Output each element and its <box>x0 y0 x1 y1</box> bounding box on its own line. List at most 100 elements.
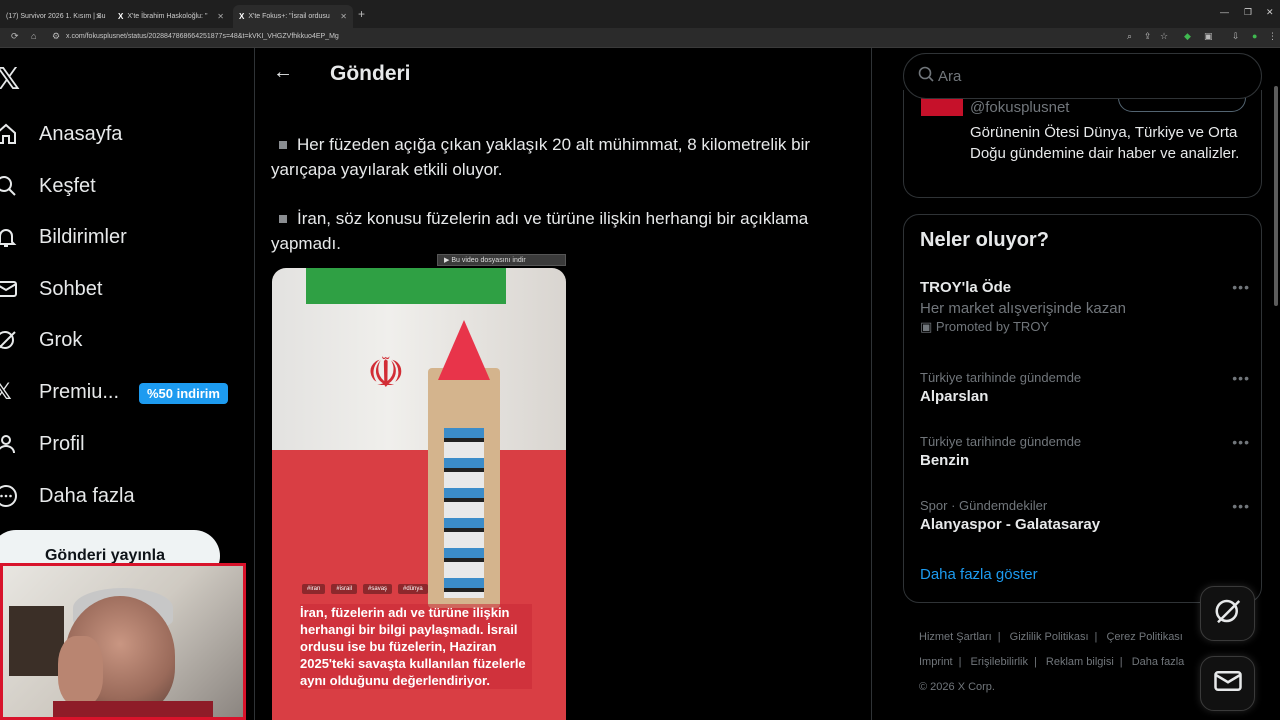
x-logo-icon[interactable]: 𝕏 <box>0 62 20 97</box>
extension-icon[interactable]: ◆ <box>1184 31 1191 42</box>
account-handle[interactable]: @fokusplusnet <box>970 99 1069 116</box>
trend-item[interactable]: Türkiye tarihinde gündemde Benzin ••• <box>920 434 1250 469</box>
paragraph-text: İran, söz konusu füzelerin adı ve türüne… <box>271 209 809 253</box>
separator: | <box>997 631 1001 643</box>
nav-item-grok[interactable]: Grok <box>0 320 82 360</box>
footer-link[interactable]: Hizmet Şartları <box>919 631 992 643</box>
more-options-icon[interactable]: ••• <box>1232 370 1250 386</box>
search-placeholder: Ara <box>938 68 962 85</box>
scrollbar-thumb[interactable] <box>1274 86 1278 306</box>
more-options-icon[interactable]: ••• <box>1232 498 1250 514</box>
trends-card: Neler oluyor? TROY'la Öde Her market alı… <box>903 214 1262 603</box>
home-icon <box>0 121 20 147</box>
nav-label: Bildirimler <box>39 225 127 248</box>
media-tags: #iran #israil #savaş #dünya <box>302 584 428 594</box>
x-favicon-icon: X <box>239 12 245 21</box>
trend-meta: Spor · Gündemdekiler <box>920 498 1048 513</box>
person-hand <box>58 636 103 706</box>
nav-item-explore[interactable]: Keşfet <box>0 166 96 206</box>
trend-subtitle: Her market alışverişinde kazan <box>920 300 1126 317</box>
page-title: Gönderi <box>330 62 411 85</box>
address-bar[interactable]: x.com/fokusplusnet/status/20288478686642… <box>66 33 339 40</box>
more-options-icon[interactable]: ••• <box>1232 279 1250 295</box>
bookmark-star-icon[interactable]: ☆ <box>1160 31 1168 42</box>
zoom-icon[interactable]: ⌕ <box>1127 31 1132 42</box>
nav-item-premium[interactable]: 𝕏 Premiu... <box>0 372 119 412</box>
footer-link[interactable]: Erişilebilirlik <box>971 656 1028 668</box>
browser-tab[interactable]: (17) Survivor 2026 1. Kısım | Su ✕ <box>0 5 108 28</box>
nav-item-more[interactable]: Daha fazla <box>0 476 135 516</box>
back-arrow-icon[interactable]: ← <box>273 61 293 84</box>
post-paragraph: Her füzeden açığa çıkan yaklaşık 20 alt … <box>271 132 861 182</box>
footer-link[interactable]: Daha fazla <box>1132 656 1185 668</box>
trend-promo: ▣ Promoted by TROY <box>920 319 1250 335</box>
nav-label: Keşfet <box>39 174 96 197</box>
premium-discount-badge[interactable]: %50 indirim <box>139 383 228 404</box>
new-tab-icon[interactable]: + <box>358 7 365 21</box>
minimize-icon[interactable]: — <box>1220 7 1229 17</box>
footer-link[interactable]: Gizlilik Politikası <box>1010 631 1089 643</box>
media-tag: #iran <box>302 584 326 594</box>
post-video[interactable]: ☫ #iran #israil #savaş #dünya İran, füze… <box>272 268 566 720</box>
trend-item[interactable]: Spor · Gündemdekiler Alanyaspor - Galata… <box>920 498 1250 533</box>
more-circle-icon <box>0 483 20 509</box>
trend-meta: Türkiye tarihinde gündemde <box>920 434 1082 449</box>
extensions-puzzle-icon[interactable]: ▣ <box>1204 31 1213 42</box>
iran-emblem-icon: ☫ <box>367 349 405 396</box>
search-input[interactable]: Ara <box>903 53 1262 99</box>
post-header: ← Gönderi <box>255 48 871 102</box>
site-info-icon[interactable]: ⚙ <box>52 31 60 42</box>
trends-title: Neler oluyor? <box>920 229 1049 251</box>
media-tag: #savaş <box>363 584 393 594</box>
separator: | <box>1034 656 1037 668</box>
video-download-bar[interactable]: ▶ Bu video dosyasını indir <box>437 254 566 266</box>
nav-label: Daha fazla <box>39 484 135 507</box>
maximize-icon[interactable]: ❐ <box>1244 7 1252 18</box>
separator: | <box>958 656 962 668</box>
nav-item-notifications[interactable]: Bildirimler <box>0 217 127 257</box>
browser-toolbar: ⟳ ⌂ ⚙ x.com/fokusplusnet/status/20288478… <box>0 28 1280 48</box>
post-paragraph: İran, söz konusu füzelerin adı ve türüne… <box>271 206 861 256</box>
search-icon <box>0 173 20 199</box>
browser-tab[interactable]: X X'te İbrahim Haskoloğlu: " ✕ <box>112 5 230 28</box>
browser-tab-active[interactable]: X X'te Fokus+: "İsrail ordusu ✕ <box>233 5 353 28</box>
tab-label: X'te İbrahim Haskoloğlu: " <box>127 13 208 20</box>
share-icon[interactable]: ⇪ <box>1144 31 1152 42</box>
trend-item[interactable]: TROY'la Öde Her market alışverişinde kaz… <box>920 279 1250 335</box>
trend-item[interactable]: Türkiye tarihinde gündemde Alparslan ••• <box>920 370 1250 405</box>
nav-item-profile[interactable]: Profil <box>0 424 85 464</box>
messages-float-button[interactable] <box>1200 656 1255 711</box>
trend-name: Alparslan <box>920 388 989 405</box>
nav-item-messages[interactable]: Sohbet <box>0 269 102 309</box>
promoted-icon: ▣ <box>920 319 936 334</box>
close-tab-icon[interactable]: ✕ <box>217 12 224 21</box>
trend-name: TROY'la Öde <box>920 279 1012 296</box>
home-button-icon[interactable]: ⌂ <box>31 31 36 41</box>
profile-icon[interactable]: ● <box>1252 31 1257 41</box>
person-shirt <box>53 701 213 717</box>
flag-green-stripe <box>306 268 506 304</box>
close-window-icon[interactable]: ✕ <box>1266 7 1274 18</box>
downloads-icon[interactable]: ⇩ <box>1232 31 1240 42</box>
bookshelf <box>9 606 64 676</box>
account-avatar[interactable] <box>921 98 963 116</box>
browser-tabstrip: (17) Survivor 2026 1. Kısım | Su ✕ X X't… <box>0 0 1280 28</box>
x-logo-icon: 𝕏 <box>0 379 12 404</box>
reload-icon[interactable]: ⟳ <box>11 31 19 42</box>
nav-item-home[interactable]: Anasayfa <box>0 114 122 154</box>
grok-float-button[interactable] <box>1200 586 1255 641</box>
more-options-icon[interactable]: ••• <box>1232 434 1250 450</box>
account-card: @fokusplusnet Görünenin Ötesi Dünya, Tür… <box>903 90 1262 198</box>
show-more-link[interactable]: Daha fazla göster <box>920 566 1038 583</box>
webcam-overlay <box>0 563 246 720</box>
browser-menu-icon[interactable]: ⋮ <box>1268 31 1277 42</box>
mail-icon <box>0 276 20 302</box>
tab-label: X'te Fokus+: "İsrail ordusu <box>248 13 330 20</box>
media-caption: İran, füzelerin adı ve türüne ilişkin he… <box>300 604 532 689</box>
missile-nose <box>438 320 490 380</box>
close-tab-icon[interactable]: ✕ <box>340 12 347 21</box>
footer-link[interactable]: Çerez Politikası <box>1106 631 1182 643</box>
footer-link[interactable]: Imprint <box>919 656 953 668</box>
close-tab-icon[interactable]: ✕ <box>95 12 102 21</box>
footer-link[interactable]: Reklam bilgisi <box>1046 656 1114 668</box>
